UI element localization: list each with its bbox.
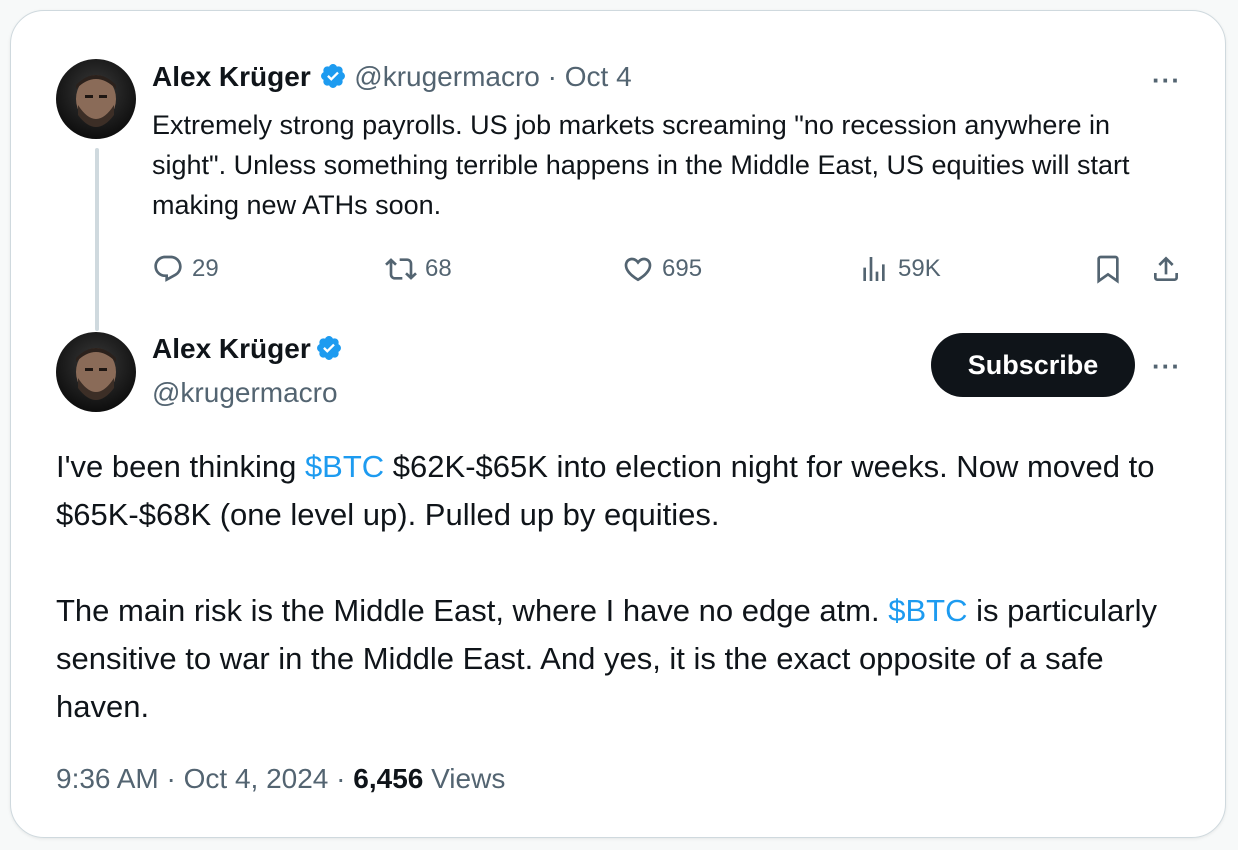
tweet-card: Alex Krüger @krugermacro · Oct 4 ··· Ext… (10, 10, 1226, 838)
views-count: 59K (898, 255, 941, 282)
repost-count: 68 (425, 255, 452, 282)
views-icon (863, 257, 885, 281)
quoted-avatar[interactable] (56, 59, 136, 139)
like-count: 695 (662, 255, 703, 282)
tweet-time[interactable]: 9:36 AM (56, 763, 159, 794)
reply-count: 29 (192, 255, 219, 282)
quoted-separator: · (547, 61, 557, 92)
views-total: 6,456 (353, 763, 424, 794)
like-icon (624, 257, 652, 282)
views-button[interactable]: 59K (858, 251, 941, 287)
tweet-paragraph-2: The main risk is the Middle East, where … (56, 593, 1157, 724)
quoted-action-bar: 29 68 695 59K (152, 251, 1202, 287)
quoted-date[interactable]: Oct 4 (565, 61, 632, 92)
btc-cashtag-link[interactable]: $BTC (888, 593, 967, 628)
btc-cashtag-link[interactable]: $BTC (305, 449, 384, 484)
main-more-icon[interactable]: ··· (1152, 351, 1181, 382)
share-button[interactable] (1150, 251, 1190, 287)
repost-button[interactable]: 68 (385, 251, 452, 287)
tweet-paragraph-1: I've been thinking $BTC $62K-$65K into e… (56, 449, 1155, 532)
main-avatar[interactable] (56, 332, 136, 412)
main-tweet-text: I've been thinking $BTC $62K-$65K into e… (56, 443, 1186, 731)
quoted-more-icon[interactable]: ··· (1152, 65, 1181, 96)
verified-badge-icon (320, 64, 345, 88)
repost-icon (385, 258, 417, 280)
tweet-date[interactable]: Oct 4, 2024 (184, 763, 329, 794)
quoted-author-name[interactable]: Alex Krüger (152, 61, 311, 92)
reply-button[interactable]: 29 (152, 251, 219, 287)
tweet-meta: 9:36 AM · Oct 4, 2024 · 6,456 Views (56, 763, 506, 794)
views-label: Views (431, 763, 506, 794)
main-author-name[interactable]: Alex Krüger (152, 333, 311, 364)
bookmark-icon (1097, 255, 1119, 284)
quoted-handle[interactable]: @krugermacro (354, 61, 540, 92)
like-button[interactable]: 695 (622, 251, 702, 287)
quoted-tweet-text: Extremely strong payrolls. US job market… (152, 110, 1130, 220)
quoted-header: Alex Krüger @krugermacro · Oct 4 (152, 61, 632, 93)
thread-connector-line (95, 148, 99, 331)
main-handle[interactable]: @krugermacro (152, 377, 338, 409)
bookmark-button[interactable] (1092, 251, 1132, 287)
share-icon (1154, 256, 1178, 281)
verified-badge-icon (317, 336, 342, 360)
main-author-header: Alex Krüger (152, 333, 343, 365)
reply-icon (154, 255, 182, 282)
subscribe-button[interactable]: Subscribe (931, 333, 1135, 397)
